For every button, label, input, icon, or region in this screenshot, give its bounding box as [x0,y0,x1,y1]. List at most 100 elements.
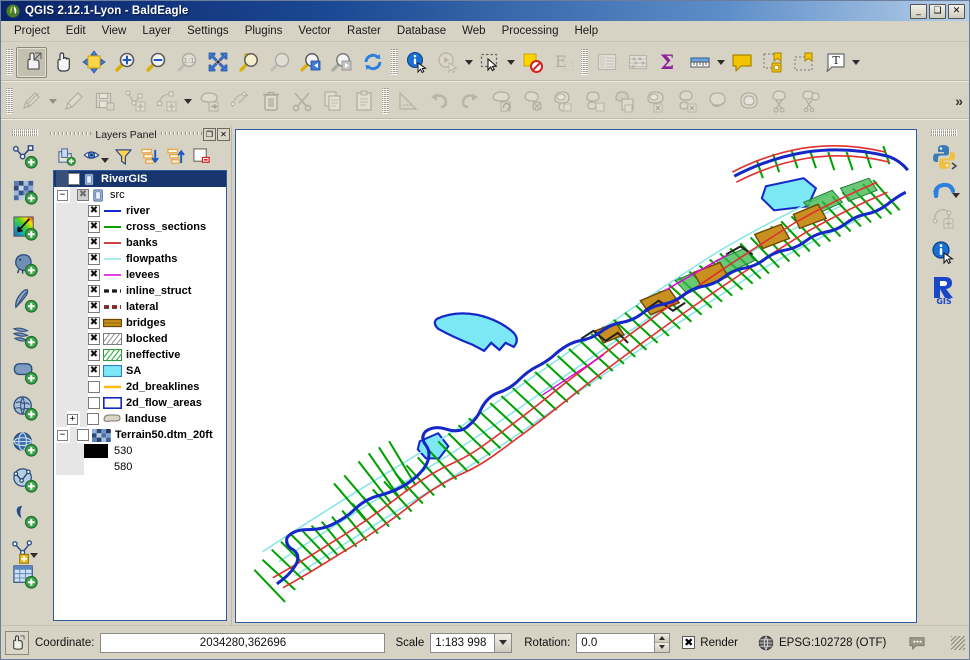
add-postgis-layer-icon[interactable] [9,248,42,281]
add-mesh-layer-icon[interactable] [9,212,42,245]
layer-tree-row-banks[interactable]: ✖ banks [54,235,226,251]
window-resize-grip[interactable] [951,635,965,650]
layers-panel-grip-left[interactable] [50,131,92,138]
rivergis-icon[interactable]: GIS [928,272,961,305]
layer-checkbox[interactable]: ✖ [88,365,100,377]
redo-icon[interactable] [454,86,485,117]
coordinate-input[interactable]: 2034280,362696 [100,632,386,653]
add-vector-layer-icon[interactable] [9,140,42,173]
select-features-chevron-down-icon[interactable] [505,47,516,78]
menu-vector[interactable]: Vector [290,23,339,39]
copy-features-icon[interactable] [317,86,348,117]
measure-chevron-down-icon[interactable] [715,47,726,78]
layer-tree-row-river[interactable]: ✖ river [54,203,226,219]
layer-checkbox[interactable]: ✖ [88,253,100,265]
scale-combo-value[interactable]: 1:183 998 [430,632,496,653]
plugins-toolbar-grip[interactable] [931,129,957,136]
add-spatialite-layer-icon[interactable] [9,284,42,317]
layer-checkbox[interactable] [88,381,100,393]
add-mssql-layer-icon[interactable] [9,320,42,353]
deselect-features-icon[interactable] [516,47,547,78]
layer-tree-row-terrain50[interactable]: − Terrain50.dtm_20ft [54,427,226,443]
add-ring-icon[interactable] [547,86,578,117]
enable-tracing-icon[interactable] [392,86,423,117]
layer-tree-row-2d-flow-areas[interactable]: 2d_flow_areas [54,395,226,411]
layer-checkbox[interactable]: ✖ [88,349,100,361]
expander-plus-icon[interactable]: + [67,413,78,425]
layer-tree-row-blocked[interactable]: ✖ blocked [54,331,226,347]
refresh-icon[interactable] [357,47,388,78]
layer-checkbox[interactable] [77,429,89,441]
new-bookmark-icon[interactable] [757,47,788,78]
expand-all-icon[interactable] [138,145,161,168]
current-edits-chevron-down-icon[interactable] [47,86,58,117]
zoom-full-icon[interactable] [202,47,233,78]
menu-edit[interactable]: Edit [58,23,94,39]
zoom-out-icon[interactable] [140,47,171,78]
new-memory-layer-icon[interactable] [9,560,42,593]
zoom-native-resolution-icon[interactable]: 1:1 [171,47,202,78]
layer-checkbox[interactable] [87,413,99,425]
delete-ring-icon[interactable] [640,86,671,117]
simplify-feature-icon[interactable] [516,86,547,117]
zoom-last-icon[interactable] [295,47,326,78]
menu-database[interactable]: Database [389,23,454,39]
layer-checkbox[interactable]: ✖ [88,333,100,345]
layer-tree-row-bridges[interactable]: ✖ bridges [54,315,226,331]
message-log-icon[interactable] [908,635,926,651]
reshape-features-icon[interactable] [702,86,733,117]
map-canvas[interactable] [235,129,917,623]
network-analysis-icon[interactable] [928,200,961,233]
render-checkbox[interactable]: ✖ [682,636,696,649]
split-parts-icon[interactable] [795,86,826,117]
menu-plugins[interactable]: Plugins [237,23,291,39]
statistical-summary-icon[interactable]: Σ [653,47,684,78]
rotation-step-down[interactable] [655,643,670,652]
layer-tree-row-levees[interactable]: ✖ levees [54,267,226,283]
layer-tree[interactable]: RiverGIS − ✖ src ✖ river ✖ cross_section… [53,170,227,621]
manage-visibility-icon[interactable] [81,145,104,168]
node-tool-icon[interactable] [224,86,255,117]
save-layer-edits-icon[interactable] [89,86,120,117]
pan-map-to-selection-icon[interactable] [78,47,109,78]
digitizing-toolbar-grip[interactable] [6,88,13,114]
collapse-all-icon[interactable] [164,145,187,168]
coordinate-capture-icon[interactable] [5,630,29,655]
menu-raster[interactable]: Raster [339,23,389,39]
layers-panel-grip-right[interactable] [160,131,203,138]
rotation-stepper[interactable] [655,632,671,653]
layer-tree-row-cross-sections[interactable]: ✖ cross_sections [54,219,226,235]
zoom-to-layer-icon[interactable] [264,47,295,78]
minimize-button[interactable]: _ [910,3,927,19]
layer-checkbox[interactable]: ✖ [88,317,100,329]
add-oracle-layer-icon[interactable] [9,356,42,389]
menu-layer[interactable]: Layer [134,23,179,39]
remove-layer-icon[interactable] [190,145,213,168]
layer-checkbox[interactable] [68,173,80,185]
layer-tree-row-ineffective[interactable]: ✖ ineffective [54,347,226,363]
metadata-info-icon[interactable] [928,236,961,269]
measure-line-icon[interactable] [684,47,715,78]
add-wcs-layer-icon[interactable] [9,428,42,461]
touch-zoom-pan-icon[interactable] [16,46,47,78]
pan-map-icon[interactable] [47,47,78,78]
text-annotation-icon[interactable]: T [819,47,850,78]
expander-minus-icon[interactable]: − [57,189,68,201]
layer-checkbox[interactable]: ✖ [88,269,100,281]
layer-tree-row-landuse[interactable]: + landuse [54,411,226,427]
move-feature-icon[interactable] [193,86,224,117]
add-wms-layer-icon[interactable] [9,392,42,425]
split-features-icon[interactable] [764,86,795,117]
layer-tree-row-flowpaths[interactable]: ✖ flowpaths [54,251,226,267]
layer-checkbox[interactable]: ✖ [77,189,89,201]
rotation-step-up[interactable] [655,633,670,643]
add-feature-chevron-down-icon[interactable] [182,86,193,117]
menu-web[interactable]: Web [454,23,493,39]
cut-features-icon[interactable] [286,86,317,117]
layer-tree-row-src[interactable]: − ✖ src [54,187,226,203]
filter-legend-icon[interactable] [112,145,135,168]
close-button[interactable]: ✕ [948,3,965,19]
menu-project[interactable]: Project [6,23,58,39]
zoom-next-icon[interactable] [326,47,357,78]
run-feature-action-chevron-down-icon[interactable] [463,47,474,78]
